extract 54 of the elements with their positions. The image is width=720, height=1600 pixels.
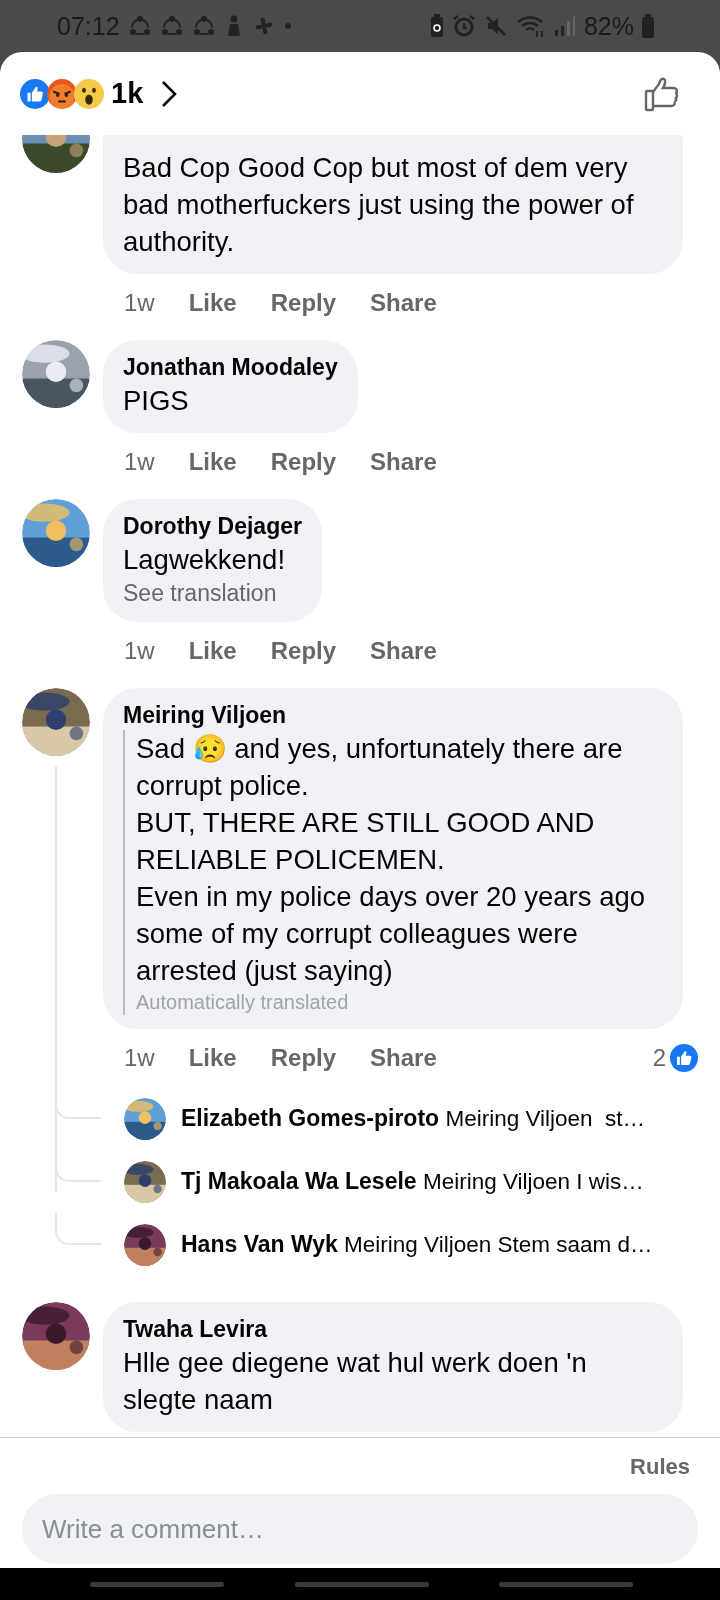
reply-preview[interactable]: Elizabeth Gomes-piroto Meiring Viljoen st… — [181, 1105, 646, 1132]
like-button[interactable]: Like — [188, 1044, 237, 1072]
back-button[interactable] — [499, 1581, 633, 1587]
reply-button[interactable]: Reply — [270, 637, 337, 665]
reply-preview[interactable]: Hans Van Wyk Meiring Viljoen Stem saam d… — [181, 1231, 653, 1258]
signal-icon — [553, 14, 576, 38]
author-name[interactable]: Jonathan Moodaley — [123, 352, 338, 382]
wow-face-icon — [74, 78, 104, 109]
share-icon — [191, 14, 216, 38]
timestamp: 1w — [124, 1044, 155, 1072]
timestamp: 1w — [124, 448, 155, 476]
like-button[interactable]: Like — [188, 289, 237, 317]
recents-button[interactable] — [90, 1581, 224, 1587]
share-button[interactable]: Share — [370, 289, 437, 317]
share-button[interactable]: Share — [370, 1044, 437, 1072]
translation-note: Automatically translated — [136, 990, 350, 1015]
like-icon — [20, 78, 50, 109]
author-name[interactable]: Twaha Levira — [123, 1314, 663, 1344]
like-icon — [670, 1044, 698, 1072]
mute-icon — [483, 14, 508, 38]
dot-icon — [283, 22, 292, 30]
see-translation-link[interactable]: See translation — [123, 578, 277, 608]
comment-text: Hlle gee diegene wat hul werk doen 'n slegte naam — [123, 1346, 588, 1417]
home-button[interactable] — [294, 1581, 429, 1587]
reply-preview[interactable]: Tj Makoala Wa Lesele Meiring Viljoen I wis… — [181, 1168, 644, 1195]
alarm-icon — [451, 14, 476, 38]
reaction-count[interactable]: 1k — [111, 77, 144, 110]
reply-button[interactable]: Reply — [270, 289, 337, 317]
reply-button[interactable]: Reply — [270, 448, 337, 476]
timestamp: 1w — [124, 637, 155, 665]
like-button[interactable]: Like — [188, 637, 237, 665]
thread-connector — [55, 1213, 101, 1245]
share-icon — [159, 14, 184, 38]
comment-input[interactable]: Write a comment… — [22, 1494, 698, 1564]
share-button[interactable]: Share — [370, 448, 437, 476]
like-count: 2 — [652, 1044, 666, 1072]
battery-icon — [642, 14, 654, 38]
share-icon — [127, 14, 152, 38]
wifi-icon — [515, 14, 546, 38]
comment-text: Lagwekkend! — [123, 543, 287, 577]
like-outline-icon[interactable] — [644, 75, 680, 112]
comment-text: PIGS — [123, 384, 190, 418]
angry-face-icon — [47, 78, 77, 109]
author-name[interactable]: Dorothy Dejager — [123, 511, 302, 541]
timestamp: 1w — [124, 289, 155, 317]
comment-text: Sad 😥 and yes, unfortunately there are corrupt police. BUT, THERE ARE STILL GOOD AND RELIABLE POLICEMEN. Even in my police days over 20 years ago some of my corrupt colleagues were arrested (just saying) — [136, 732, 647, 988]
author-name[interactable]: Meiring Viljoen — [123, 700, 663, 730]
chevron-right-icon[interactable] — [161, 79, 178, 108]
reply-button[interactable]: Reply — [270, 1044, 337, 1072]
rules-link[interactable]: Rules — [630, 1454, 690, 1480]
share-button[interactable]: Share — [370, 637, 437, 665]
battery-saver-icon — [429, 14, 444, 38]
like-button[interactable]: Like — [188, 448, 237, 476]
comment-text: Bad Cop Good Cop but most of dem very bad motherfuckers just using the power of authority. — [123, 151, 635, 259]
